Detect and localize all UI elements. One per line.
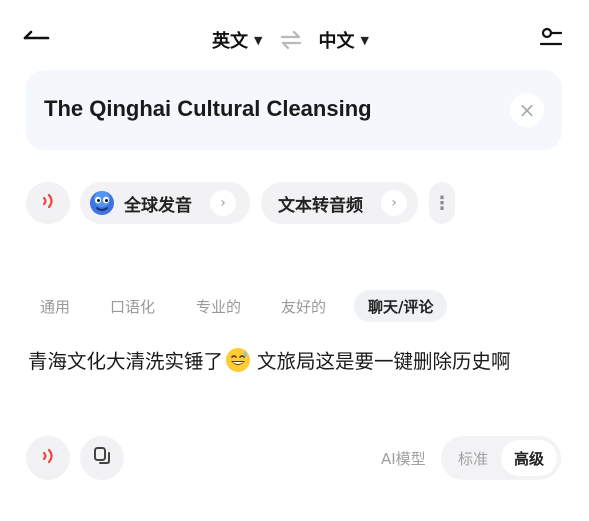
caret-down-icon: ▼: [360, 33, 369, 47]
model-option-advanced[interactable]: 高级: [501, 440, 557, 476]
close-icon: ×: [518, 98, 536, 122]
model-toggle: 标准 高级: [441, 436, 561, 480]
translation-text-part2: 文旅局这是要一键删除历史啊: [257, 350, 511, 373]
settings-icon[interactable]: [539, 26, 563, 50]
tab-professional[interactable]: 专业的: [196, 290, 241, 322]
clear-button[interactable]: ×: [510, 93, 544, 127]
tab-general[interactable]: 通用: [40, 290, 70, 322]
text-to-audio-button[interactable]: 文本转音频 ›: [261, 182, 418, 224]
grinning-sweat-emoji-icon: [225, 347, 251, 373]
speak-source-button[interactable]: [26, 182, 70, 224]
speaker-icon: [39, 447, 57, 469]
back-arrow-icon[interactable]: [22, 26, 52, 50]
more-vertical-icon: ⋮: [433, 192, 451, 214]
source-text[interactable]: The Qinghai Cultural Cleansing: [44, 96, 372, 122]
text-to-audio-label: 文本转音频: [278, 195, 363, 216]
swap-icon[interactable]: [280, 30, 302, 50]
speaker-icon: [39, 192, 57, 214]
tab-friendly[interactable]: 友好的: [281, 290, 326, 322]
caret-down-icon: ▼: [254, 33, 263, 47]
model-option-standard[interactable]: 标准: [445, 440, 501, 476]
global-pronunciation-button[interactable]: 全球发音 ›: [80, 182, 250, 224]
source-language-button[interactable]: 英文 ▼: [212, 27, 262, 53]
tab-chat-comment[interactable]: 聊天/评论: [354, 290, 448, 322]
globe-mascot-icon: [88, 189, 116, 217]
copy-icon: [92, 446, 112, 470]
target-language-button[interactable]: 中文 ▼: [318, 27, 368, 53]
language-selector: 英文 ▼ 中文 ▼: [212, 26, 369, 54]
more-options-button[interactable]: ⋮: [429, 182, 455, 224]
chevron-right-icon: ›: [210, 190, 236, 216]
copy-button[interactable]: [80, 436, 124, 480]
source-language-label: 英文: [212, 31, 248, 52]
source-text-box[interactable]: The Qinghai Cultural Cleansing ×: [26, 70, 562, 150]
ai-model-label: AI模型: [381, 450, 426, 468]
chevron-right-icon: ›: [381, 190, 407, 216]
speak-translation-button[interactable]: [26, 436, 70, 480]
translation-output: 青海文化大清洗实锤了 文旅局这是要一键删除历史啊: [28, 345, 511, 374]
tab-colloquial[interactable]: 口语化: [110, 290, 155, 322]
global-pronunciation-label: 全球发音: [124, 195, 192, 216]
target-language-label: 中文: [318, 31, 355, 52]
translation-text-part1: 青海文化大清洗实锤了: [28, 350, 224, 373]
